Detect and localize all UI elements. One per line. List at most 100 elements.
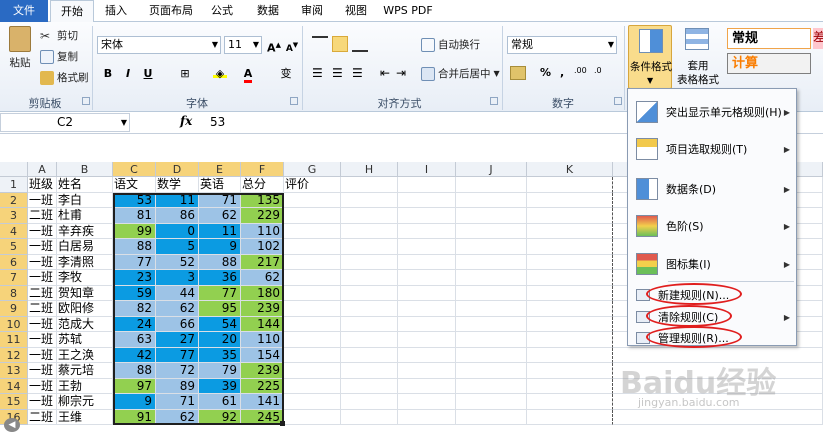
name-box[interactable]: C2 ▼: [0, 113, 130, 132]
table-cell[interactable]: [284, 332, 341, 348]
underline-button[interactable]: U: [140, 66, 156, 82]
table-cell[interactable]: 39: [199, 378, 241, 394]
table-cell[interactable]: 110: [241, 332, 284, 348]
table-cell[interactable]: 62: [156, 301, 199, 317]
table-cell[interactable]: 91: [113, 409, 156, 425]
table-cell[interactable]: 71: [156, 394, 199, 410]
grow-font-button[interactable]: A▲: [266, 37, 282, 55]
insert-function-icon[interactable]: fx: [180, 114, 192, 128]
table-cell[interactable]: [341, 363, 398, 379]
font-launcher[interactable]: [290, 97, 298, 105]
table-cell[interactable]: [398, 285, 456, 301]
cf-menu-item-3[interactable]: 色阶(S) ▶: [628, 211, 796, 241]
table-cell[interactable]: [527, 223, 613, 239]
table-cell[interactable]: 英语: [199, 177, 241, 193]
table-cell[interactable]: 35: [199, 347, 241, 363]
table-cell[interactable]: 239: [241, 301, 284, 317]
table-cell[interactable]: 89: [156, 378, 199, 394]
table-cell[interactable]: 姓名: [57, 177, 113, 193]
table-cell[interactable]: 180: [241, 285, 284, 301]
column-header-e[interactable]: E: [199, 162, 241, 177]
phonetic-button[interactable]: 变: [275, 66, 297, 82]
table-cell[interactable]: 110: [241, 223, 284, 239]
copy-button[interactable]: 复制: [40, 49, 78, 64]
table-cell[interactable]: [456, 223, 527, 239]
row-header-15[interactable]: 15: [0, 394, 28, 410]
table-cell[interactable]: [284, 254, 341, 270]
table-cell[interactable]: [284, 223, 341, 239]
table-cell[interactable]: 9: [113, 394, 156, 410]
indent-decrease-icon[interactable]: ⇤: [380, 66, 390, 80]
number-format-select[interactable]: 常规 ▼: [507, 36, 617, 54]
column-header-i[interactable]: I: [398, 162, 456, 177]
decrease-decimal-icon[interactable]: .0: [594, 66, 602, 75]
table-cell[interactable]: 61: [199, 394, 241, 410]
table-cell[interactable]: [284, 378, 341, 394]
table-cell[interactable]: [341, 285, 398, 301]
table-cell[interactable]: 77: [113, 254, 156, 270]
table-cell[interactable]: [398, 208, 456, 224]
table-cell[interactable]: [398, 270, 456, 286]
table-cell[interactable]: [284, 192, 341, 208]
table-cell[interactable]: [398, 192, 456, 208]
table-cell[interactable]: 154: [241, 347, 284, 363]
table-cell[interactable]: [341, 332, 398, 348]
table-cell[interactable]: [398, 301, 456, 317]
table-cell[interactable]: 88: [113, 363, 156, 379]
table-cell[interactable]: [527, 409, 613, 425]
row-header-3[interactable]: 3: [0, 208, 28, 224]
select-all-corner[interactable]: [0, 162, 28, 177]
table-cell[interactable]: [456, 301, 527, 317]
row-header-2[interactable]: 2: [0, 192, 28, 208]
table-cell[interactable]: [527, 378, 613, 394]
table-cell[interactable]: 229: [241, 208, 284, 224]
number-launcher[interactable]: [614, 97, 622, 105]
table-cell[interactable]: [527, 301, 613, 317]
table-cell[interactable]: [456, 363, 527, 379]
table-cell[interactable]: 11: [199, 223, 241, 239]
font-size-select[interactable]: 11 ▼: [224, 36, 262, 54]
table-cell[interactable]: 范成大: [57, 316, 113, 332]
table-cell[interactable]: 245: [241, 409, 284, 425]
table-cell[interactable]: [341, 223, 398, 239]
table-cell[interactable]: [284, 394, 341, 410]
table-cell[interactable]: [284, 409, 341, 425]
table-cell[interactable]: 一班: [28, 192, 57, 208]
table-cell[interactable]: [341, 394, 398, 410]
tab-wps-pdf[interactable]: WPS PDF: [380, 0, 436, 22]
row-header-10[interactable]: 10: [0, 316, 28, 332]
column-header-c[interactable]: C: [113, 162, 156, 177]
table-cell[interactable]: 李牧: [57, 270, 113, 286]
table-cell[interactable]: 0: [156, 223, 199, 239]
font-name-select[interactable]: 宋体 ▼: [97, 36, 221, 54]
table-cell[interactable]: 5: [156, 239, 199, 255]
table-cell[interactable]: 20: [199, 332, 241, 348]
table-cell[interactable]: [613, 409, 823, 425]
fill-color-button[interactable]: ◈: [210, 66, 230, 82]
table-cell[interactable]: [456, 316, 527, 332]
table-cell[interactable]: [398, 332, 456, 348]
format-as-table-button[interactable]: 套用 表格格式: [673, 25, 723, 89]
row-header-9[interactable]: 9: [0, 301, 28, 317]
table-cell[interactable]: 144: [241, 316, 284, 332]
table-cell[interactable]: [341, 208, 398, 224]
fill-handle[interactable]: [280, 421, 285, 426]
style-calculation[interactable]: 计算: [727, 53, 811, 74]
align-top-icon[interactable]: [312, 36, 328, 52]
table-cell[interactable]: 白居易: [57, 239, 113, 255]
row-header-4[interactable]: 4: [0, 223, 28, 239]
row-header-14[interactable]: 14: [0, 378, 28, 394]
table-cell[interactable]: 二班: [28, 409, 57, 425]
table-cell[interactable]: 24: [113, 316, 156, 332]
table-cell[interactable]: 李清照: [57, 254, 113, 270]
alignment-launcher[interactable]: [490, 97, 498, 105]
column-header-k[interactable]: K: [527, 162, 613, 177]
column-header-f[interactable]: F: [241, 162, 284, 177]
increase-decimal-icon[interactable]: .00: [574, 66, 587, 75]
table-cell[interactable]: [284, 316, 341, 332]
table-cell[interactable]: 102: [241, 239, 284, 255]
indent-increase-icon[interactable]: ⇥: [396, 66, 406, 80]
table-cell[interactable]: 二班: [28, 301, 57, 317]
table-cell[interactable]: 63: [113, 332, 156, 348]
table-cell[interactable]: [456, 192, 527, 208]
